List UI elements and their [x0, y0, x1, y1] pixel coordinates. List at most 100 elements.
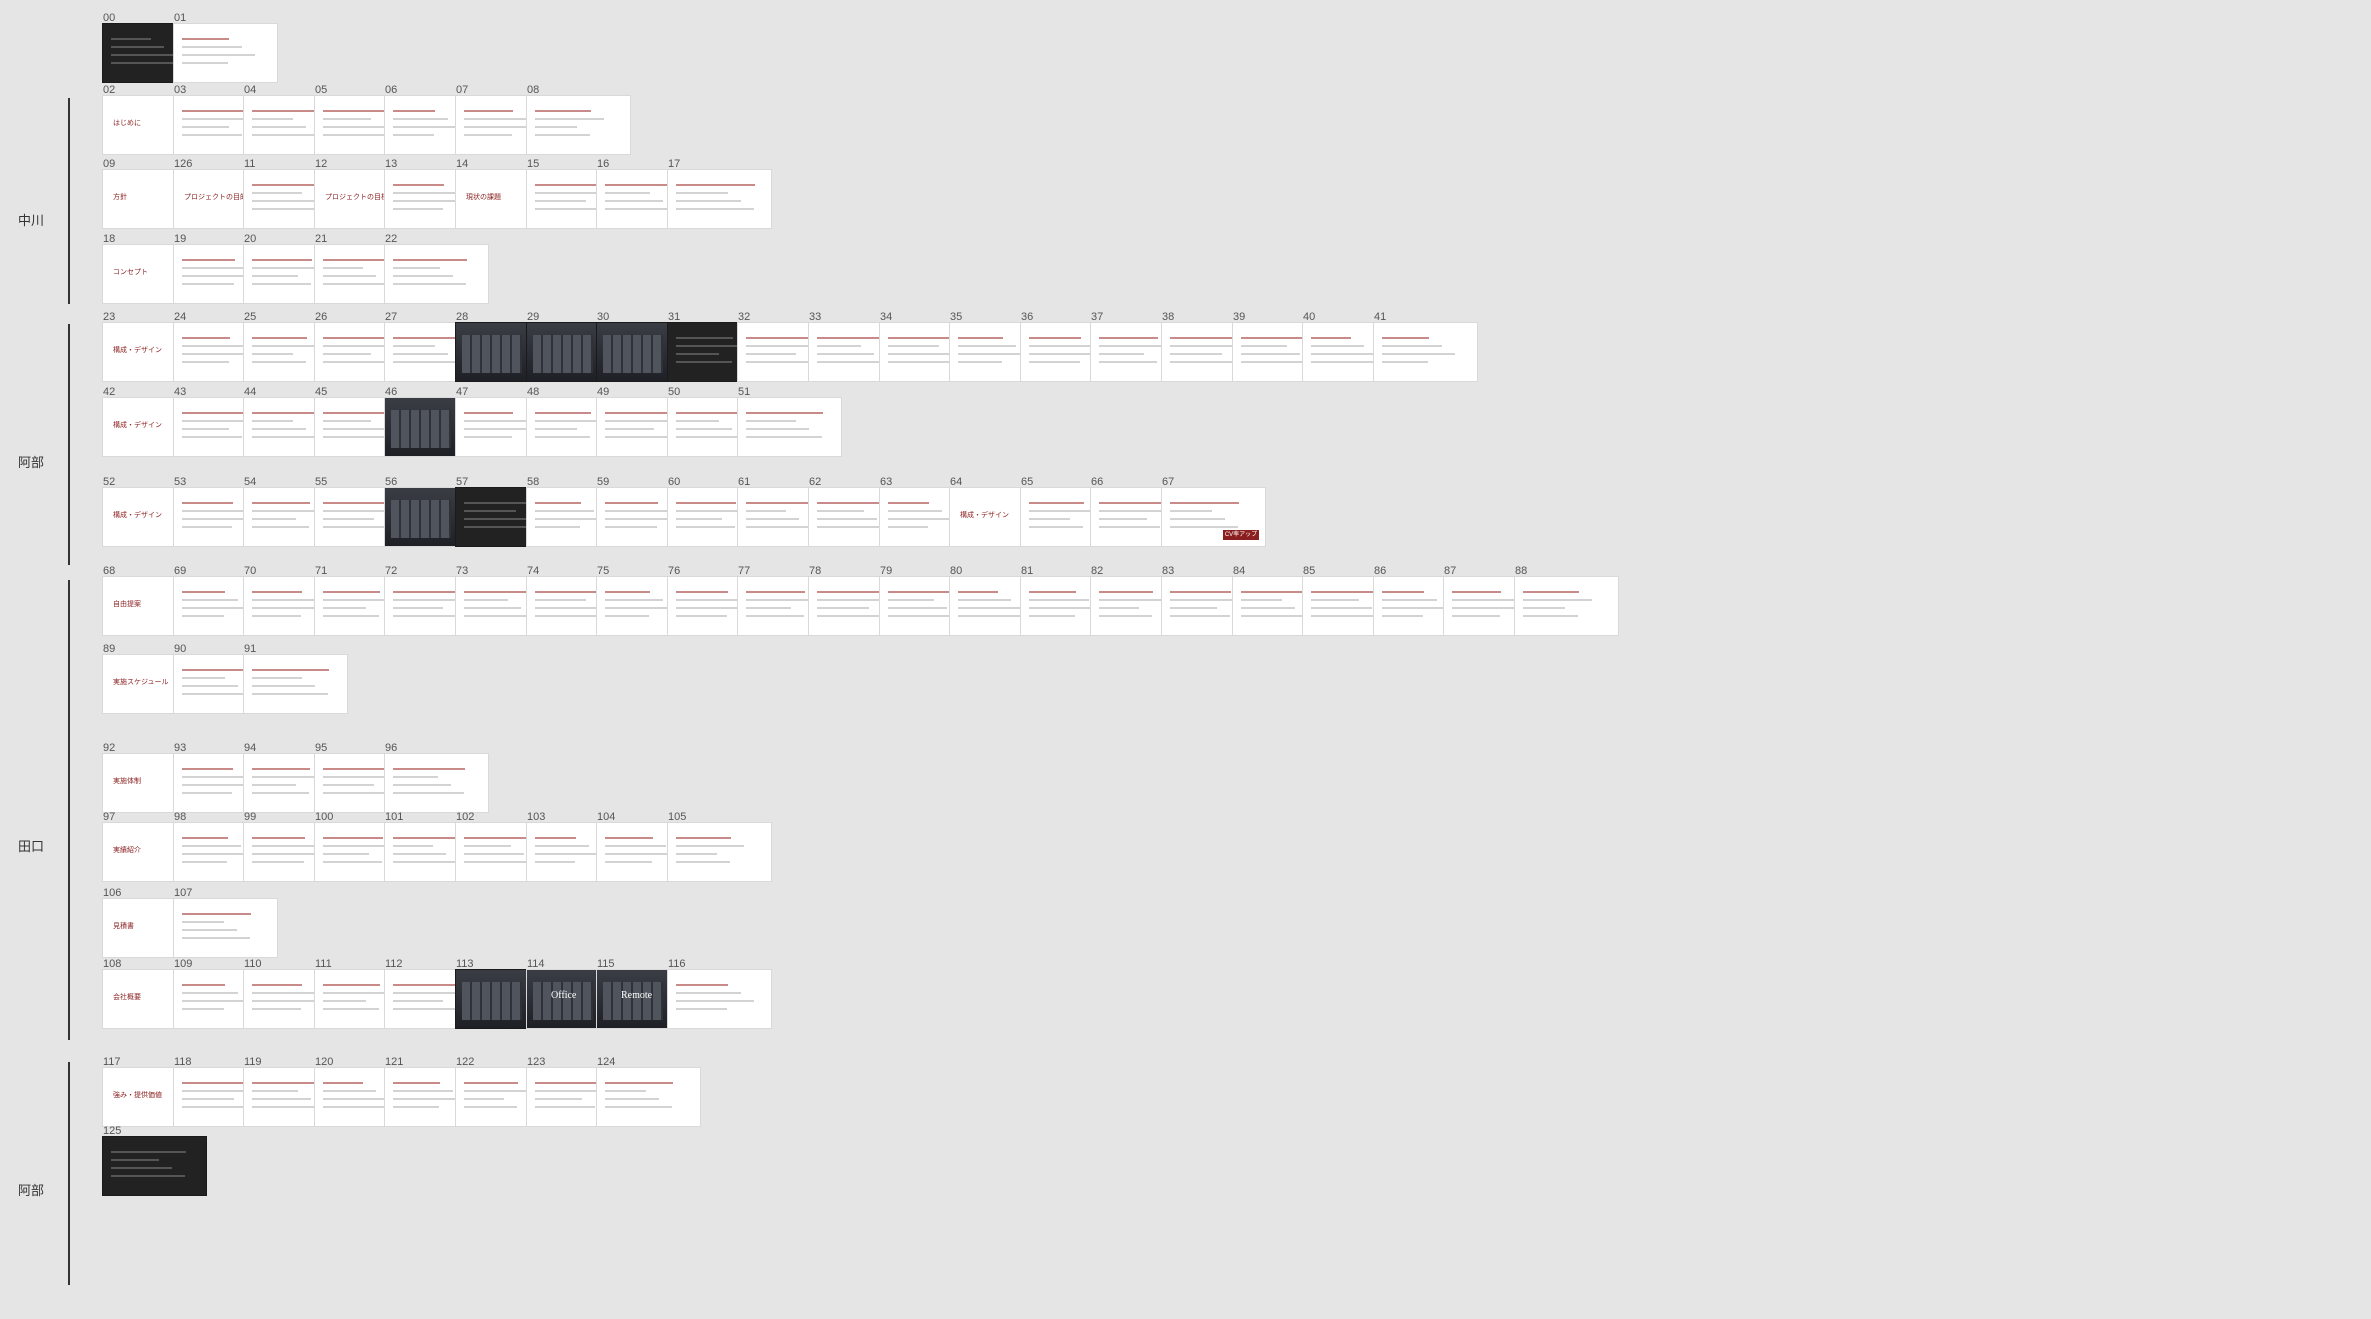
text-line — [182, 502, 233, 504]
slide-thumbnail[interactable] — [597, 1068, 700, 1126]
text-line — [888, 510, 942, 512]
text-line — [676, 526, 735, 528]
text-line — [252, 784, 296, 786]
text-line — [182, 615, 224, 617]
slide-number: 77 — [738, 565, 751, 577]
text-line — [605, 502, 658, 504]
text-line — [746, 353, 796, 355]
slide-number: 116 — [668, 958, 686, 970]
slide-thumbnail[interactable] — [1515, 577, 1618, 635]
slide-number: 121 — [385, 1056, 404, 1068]
text-line — [252, 337, 307, 339]
slide-number: 12 — [315, 158, 328, 170]
slide-thumbnail[interactable] — [527, 96, 630, 154]
section-bracket — [68, 580, 70, 1040]
text-line — [676, 984, 728, 986]
slide-title: 実施体制 — [113, 777, 141, 785]
slide-thumbnail[interactable]: CV率アップ — [1162, 488, 1265, 546]
text-line — [252, 1098, 311, 1100]
text-line — [323, 784, 374, 786]
slide-number: 76 — [668, 565, 681, 577]
slide-number: 52 — [103, 476, 116, 488]
text-line — [323, 275, 376, 277]
text-line — [1382, 591, 1424, 593]
slide-thumbnail[interactable] — [385, 245, 488, 303]
slide-number: 123 — [527, 1056, 546, 1068]
text-line — [252, 845, 318, 847]
text-line — [958, 607, 1024, 609]
text-line — [1452, 615, 1500, 617]
text-line — [252, 259, 312, 261]
text-line — [252, 615, 301, 617]
text-line — [676, 615, 727, 617]
text-line — [182, 337, 230, 339]
text-line — [182, 38, 229, 40]
slide-thumbnail[interactable] — [174, 24, 277, 82]
text-line — [605, 436, 667, 438]
text-line — [252, 591, 302, 593]
slide-number: 47 — [456, 386, 469, 398]
text-line — [393, 984, 457, 986]
slide-number: 74 — [527, 565, 540, 577]
text-line — [817, 510, 864, 512]
slide-number: 108 — [103, 958, 122, 970]
text-line — [676, 1000, 754, 1002]
text-line — [535, 436, 590, 438]
slide-thumbnail[interactable] — [103, 1137, 206, 1195]
text-line — [323, 861, 382, 863]
text-line — [535, 853, 602, 855]
building-photo — [391, 500, 451, 538]
text-line — [1241, 615, 1308, 617]
text-line — [1099, 353, 1144, 355]
slide-thumbnail[interactable] — [174, 899, 277, 957]
slide-number: 95 — [315, 742, 328, 754]
text-line — [182, 259, 235, 261]
slide-thumbnail[interactable] — [385, 754, 488, 812]
text-line — [323, 837, 383, 839]
text-line — [182, 607, 251, 609]
slide-number: 29 — [527, 311, 540, 323]
text-line — [605, 861, 652, 863]
text-line — [1170, 526, 1238, 528]
text-line — [182, 1008, 224, 1010]
text-line — [464, 436, 512, 438]
slide-number: 117 — [103, 1056, 121, 1068]
slide-title: 構成・デザイン — [113, 511, 162, 519]
slide-thumbnail[interactable] — [668, 170, 771, 228]
building-photo — [603, 982, 663, 1020]
slide-thumbnail[interactable] — [668, 823, 771, 881]
text-line — [393, 259, 467, 261]
slide-number: 57 — [456, 476, 469, 488]
text-line — [464, 134, 512, 136]
text-line — [676, 502, 736, 504]
text-line — [393, 607, 443, 609]
text-line — [182, 62, 228, 64]
text-line — [535, 861, 575, 863]
slide-title: 強み・提供価値 — [113, 1091, 162, 1099]
text-line — [464, 615, 534, 617]
text-line — [182, 345, 243, 347]
text-line — [393, 283, 466, 285]
slide-number: 68 — [103, 565, 116, 577]
text-line — [464, 1082, 518, 1084]
slide-thumbnail[interactable] — [1374, 323, 1477, 381]
text-line — [182, 134, 242, 136]
text-line — [605, 200, 663, 202]
text-line — [676, 436, 745, 438]
text-line — [535, 420, 604, 422]
text-line — [1099, 607, 1139, 609]
slide-thumbnail[interactable] — [668, 970, 771, 1028]
text-line — [323, 502, 388, 504]
slide-thumbnail[interactable] — [244, 655, 347, 713]
slide-number: 60 — [668, 476, 681, 488]
text-line — [393, 615, 456, 617]
slide-thumbnail[interactable] — [738, 398, 841, 456]
text-line — [1452, 599, 1514, 601]
text-line — [676, 353, 719, 355]
text-line — [393, 110, 435, 112]
text-line — [535, 599, 586, 601]
text-line — [182, 283, 234, 285]
text-line — [1099, 599, 1166, 601]
text-line — [676, 412, 746, 414]
slide-number: 75 — [597, 565, 610, 577]
